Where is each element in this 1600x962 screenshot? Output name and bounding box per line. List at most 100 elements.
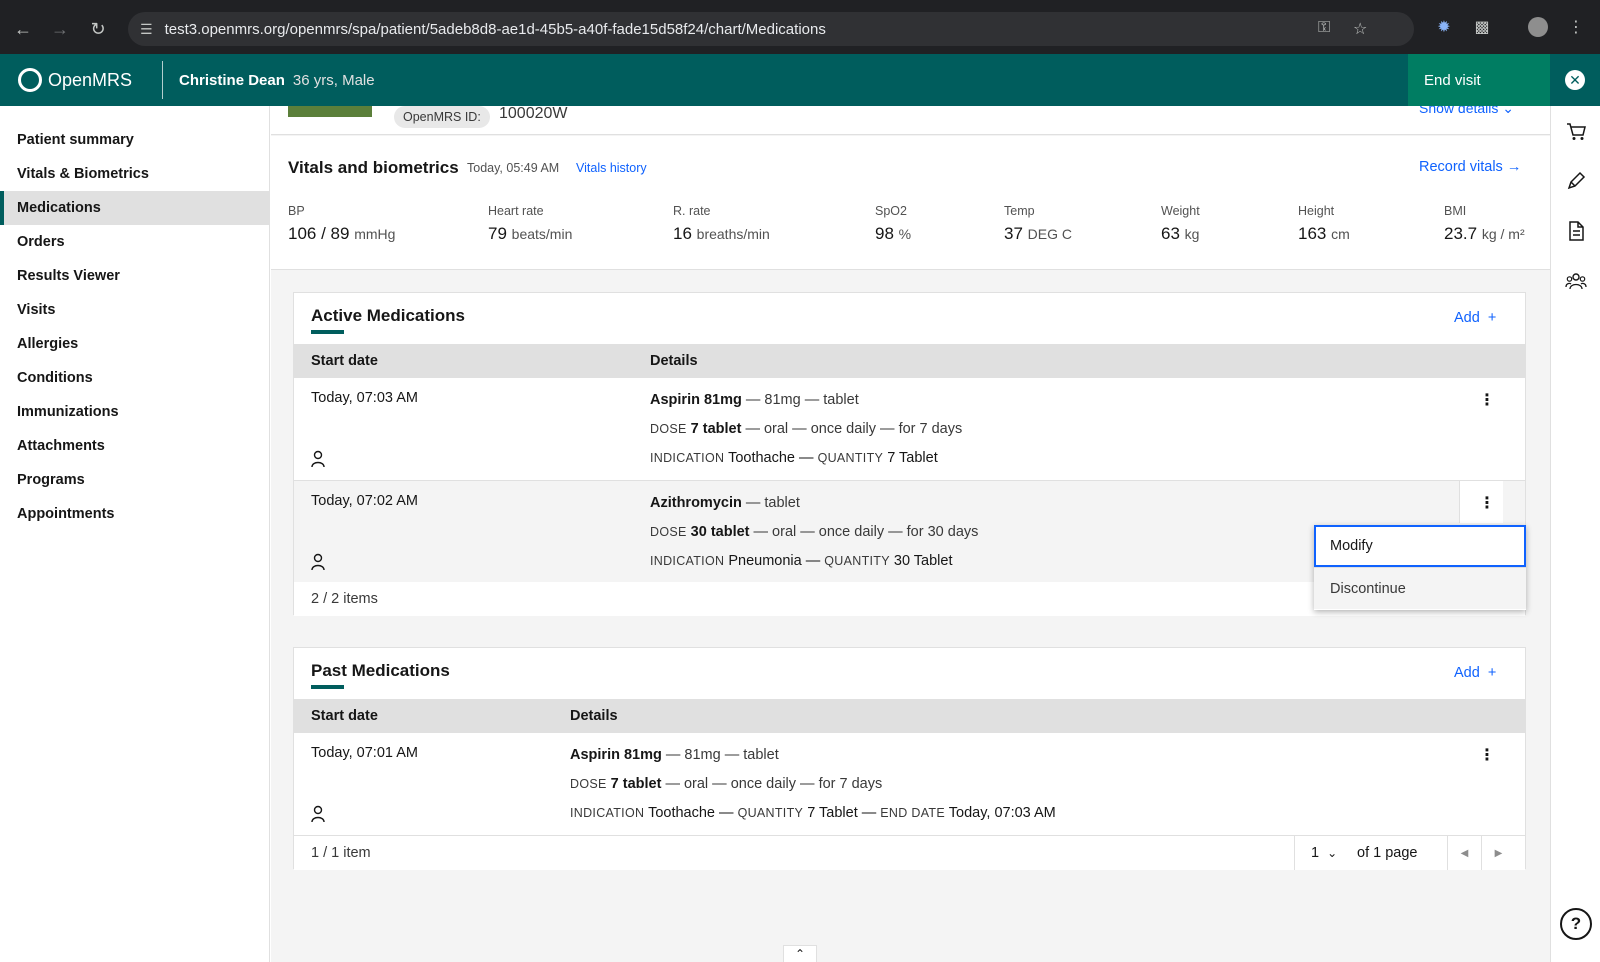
dose-line: DOSE 30 tablet — oral — once daily — for… <box>650 524 978 540</box>
chevron-up-icon[interactable]: ⌃ <box>783 945 817 962</box>
col-details[interactable]: Details <box>650 353 698 369</box>
end-visit-button[interactable]: End visit <box>1408 54 1550 106</box>
vital-label: BMI <box>1444 204 1467 218</box>
dose-details: — oral — once daily — for 7 days <box>661 776 883 792</box>
patient-name: Christine Dean <box>179 71 285 89</box>
nav-item-orders[interactable]: Orders <box>0 225 269 259</box>
vital-bp: BP 106 / 89 mmHg <box>288 204 395 244</box>
indication-caption: INDICATION <box>650 451 725 465</box>
vital-value: 23.7 <box>1444 224 1478 243</box>
vitals-history-link[interactable]: Vitals history <box>576 161 647 175</box>
end-date-value: Today, 07:03 AM <box>948 805 1056 821</box>
add-active-medication-button[interactable]: Add + <box>1454 310 1496 326</box>
page-select[interactable]: 1 ⌄ <box>1295 845 1357 861</box>
nav-item-programs[interactable]: Programs <box>0 463 269 497</box>
vital-weight: Weight 63 kg <box>1161 204 1200 244</box>
quantity-value: 7 Tablet <box>887 450 938 466</box>
row-overflow-menu-icon[interactable]: ⋮ <box>1477 745 1497 765</box>
col-start-date[interactable]: Start date <box>311 353 378 369</box>
vital-label: R. rate <box>673 204 711 218</box>
indication-value: Pneumonia <box>728 553 802 569</box>
profile-avatar[interactable] <box>1528 17 1548 37</box>
row-overflow-menu-icon[interactable]: ⋮ <box>1477 493 1497 513</box>
nav-item-vitals[interactable]: Vitals & Biometrics <box>0 157 269 191</box>
browser-menu-icon[interactable]: ⋮ <box>1566 17 1586 37</box>
show-details-label: Show details <box>1419 106 1499 116</box>
vital-height: Height 163 cm <box>1298 204 1350 244</box>
row-start-date: Today, 07:02 AM <box>311 493 418 509</box>
address-bar[interactable]: ☰ test3.openmrs.org/openmrs/spa/patient/… <box>128 12 1414 46</box>
vital-value: 98 <box>875 224 894 243</box>
user-icon <box>311 553 325 571</box>
record-vitals-link[interactable]: Record vitals → <box>1419 159 1521 175</box>
nav-item-allergies[interactable]: Allergies <box>0 327 269 361</box>
vital-label: Heart rate <box>488 204 544 218</box>
past-medications-card: Past Medications Add + Start date Detail… <box>293 647 1526 870</box>
key-icon[interactable]: ⚿ <box>1318 19 1330 37</box>
vital-value: 16 <box>673 224 692 243</box>
nav-item-appointments[interactable]: Appointments <box>0 497 269 531</box>
pen-icon[interactable] <box>1565 170 1587 192</box>
help-icon[interactable]: ? <box>1560 908 1592 940</box>
vital-value: 63 <box>1161 224 1180 243</box>
vital-label: Temp <box>1004 204 1035 218</box>
site-info-icon[interactable]: ☰ <box>140 21 153 38</box>
table-row: Today, 07:01 AM Aspirin 81mg — 81mg — ta… <box>294 733 1525 836</box>
extensions-puzzle-icon[interactable]: ▩ <box>1472 17 1492 37</box>
nav-item-medications[interactable]: Medications <box>0 191 269 225</box>
nav-item-results-viewer[interactable]: Results Viewer <box>0 259 269 293</box>
group-icon[interactable] <box>1565 270 1587 292</box>
drug-line: Aspirin 81mg — 81mg — tablet <box>650 392 859 408</box>
modify-menu-item[interactable]: Modify <box>1314 525 1526 567</box>
dose-line: DOSE 7 tablet — oral — once daily — for … <box>650 421 962 437</box>
vitals-panel: Vitals and biometrics Today, 05:49 AM Vi… <box>271 136 1550 270</box>
close-icon[interactable]: ✕ <box>1565 70 1585 90</box>
nav-item-attachments[interactable]: Attachments <box>0 429 269 463</box>
dose-value: 7 tablet <box>610 776 662 792</box>
reload-icon[interactable]: ↻ <box>86 17 110 41</box>
col-details[interactable]: Details <box>570 708 618 724</box>
vital-unit: breaths/min <box>696 226 770 242</box>
bookmark-star-icon[interactable]: ☆ <box>1353 19 1367 39</box>
col-start-date[interactable]: Start date <box>311 708 378 724</box>
indication-caption: INDICATION <box>650 554 725 568</box>
nav-item-immunizations[interactable]: Immunizations <box>0 395 269 429</box>
vitals-time: Today, 05:49 AM <box>467 161 560 175</box>
vitals-title: Vitals and biometrics <box>288 158 459 177</box>
right-rail: ? <box>1550 106 1600 962</box>
dose-line: DOSE 7 tablet — oral — once daily — for … <box>570 776 882 792</box>
forward-arrow-icon[interactable]: → <box>48 17 72 41</box>
extension-gear-icon[interactable]: ✹ <box>1434 17 1454 37</box>
openmrs-logo[interactable]: OpenMRS <box>18 68 132 92</box>
prev-page-icon[interactable]: ◀ <box>1447 836 1481 870</box>
title-underline <box>311 330 344 334</box>
browser-chrome: ← → ↻ ☰ test3.openmrs.org/openmrs/spa/pa… <box>0 0 1600 54</box>
dose-details: — oral — once daily — for 7 days <box>741 421 963 437</box>
vital-value: 79 <box>488 224 507 243</box>
document-icon[interactable] <box>1565 220 1587 242</box>
chevron-down-icon: ⌄ <box>1502 106 1515 116</box>
show-details-link[interactable]: Show details ⌄ <box>1419 106 1514 117</box>
row-overflow-menu: Modify Discontinue <box>1314 525 1526 610</box>
user-icon <box>311 450 325 468</box>
user-icon <box>311 805 325 823</box>
add-past-medication-button[interactable]: Add + <box>1454 665 1496 681</box>
pagination: 1 ⌄ of 1 page ◀ ▶ <box>1294 836 1515 870</box>
nav-item-visits[interactable]: Visits <box>0 293 269 327</box>
shopping-cart-icon[interactable] <box>1565 120 1587 142</box>
vital-unit: DEG C <box>1027 226 1072 242</box>
vital-unit: beats/min <box>511 226 573 242</box>
indication-line: INDICATION Toothache — QUANTITY 7 Tablet… <box>570 805 1056 821</box>
vital-bmi: BMI 23.7 kg / m² <box>1444 204 1525 244</box>
back-arrow-icon[interactable]: ← <box>11 17 35 41</box>
row-overflow-menu-icon[interactable]: ⋮ <box>1477 390 1497 410</box>
nav-item-patient-summary[interactable]: Patient summary <box>0 123 269 157</box>
nav-item-conditions[interactable]: Conditions <box>0 361 269 395</box>
discontinue-menu-item[interactable]: Discontinue <box>1314 567 1526 609</box>
quantity-caption: QUANTITY <box>817 451 884 465</box>
dose-details: — oral — once daily — for 30 days <box>749 524 979 540</box>
item-count: 1 / 1 item <box>311 845 371 861</box>
dose-caption: DOSE <box>650 422 687 436</box>
drug-name: Aspirin 81mg <box>570 747 662 763</box>
next-page-icon[interactable]: ▶ <box>1481 836 1515 870</box>
